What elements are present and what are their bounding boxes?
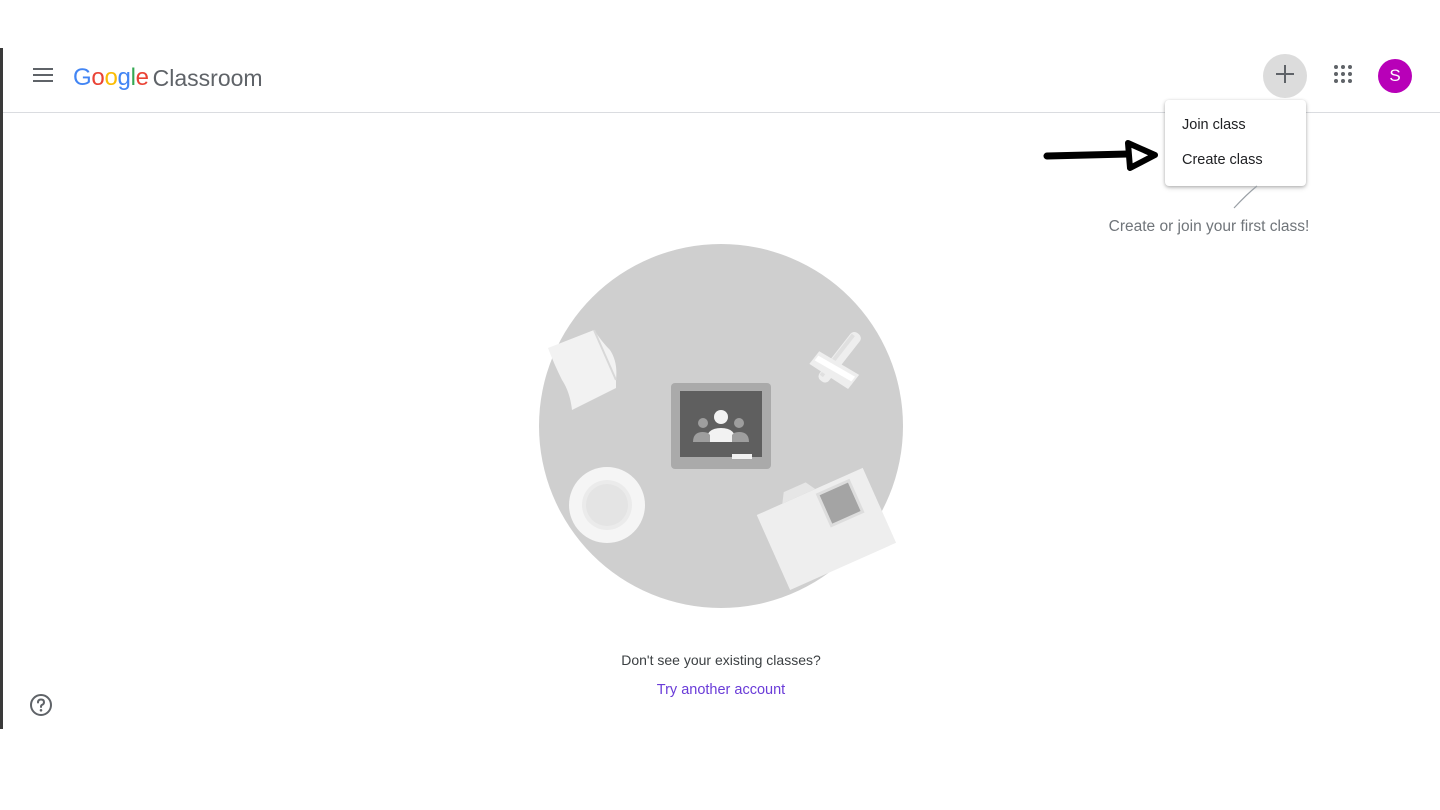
account-avatar[interactable]: S: [1378, 59, 1412, 93]
product-name: Classroom: [152, 64, 263, 91]
join-class-menu-item[interactable]: Join class: [1165, 108, 1306, 142]
logo-letter: e: [135, 64, 149, 91]
try-another-account-link[interactable]: Try another account: [520, 682, 922, 698]
logo-letter: o: [91, 64, 105, 91]
plus-icon: [1275, 64, 1295, 89]
create-or-join-button[interactable]: [1263, 54, 1307, 98]
google-wordmark: Google: [73, 64, 149, 92]
logo-letter: o: [104, 64, 118, 91]
help-button[interactable]: [27, 693, 55, 721]
apps-grid-icon: [1333, 64, 1353, 89]
hint-pointer-line: [1233, 185, 1258, 209]
add-class-menu: Join class Create class: [1165, 100, 1306, 186]
app-window: Google Classroom S Join class Create cla…: [0, 0, 1440, 810]
empty-state-illustration: [539, 244, 903, 608]
help-circle-icon: [29, 693, 53, 722]
main-menu-button[interactable]: [27, 62, 61, 92]
create-class-menu-item[interactable]: Create class: [1165, 143, 1306, 177]
logo-letter: G: [73, 64, 92, 91]
annotation-arrow-icon: [1043, 140, 1158, 171]
google-apps-button[interactable]: [1325, 58, 1361, 94]
logo-letter: g: [117, 64, 131, 91]
first-class-hint: Create or join your first class!: [1108, 218, 1310, 235]
missing-classes-text: Don't see your existing classes?: [621, 652, 821, 668]
hamburger-menu-icon: [33, 67, 55, 88]
google-classroom-logo[interactable]: Google Classroom: [73, 62, 263, 94]
window-edge: [0, 48, 3, 729]
